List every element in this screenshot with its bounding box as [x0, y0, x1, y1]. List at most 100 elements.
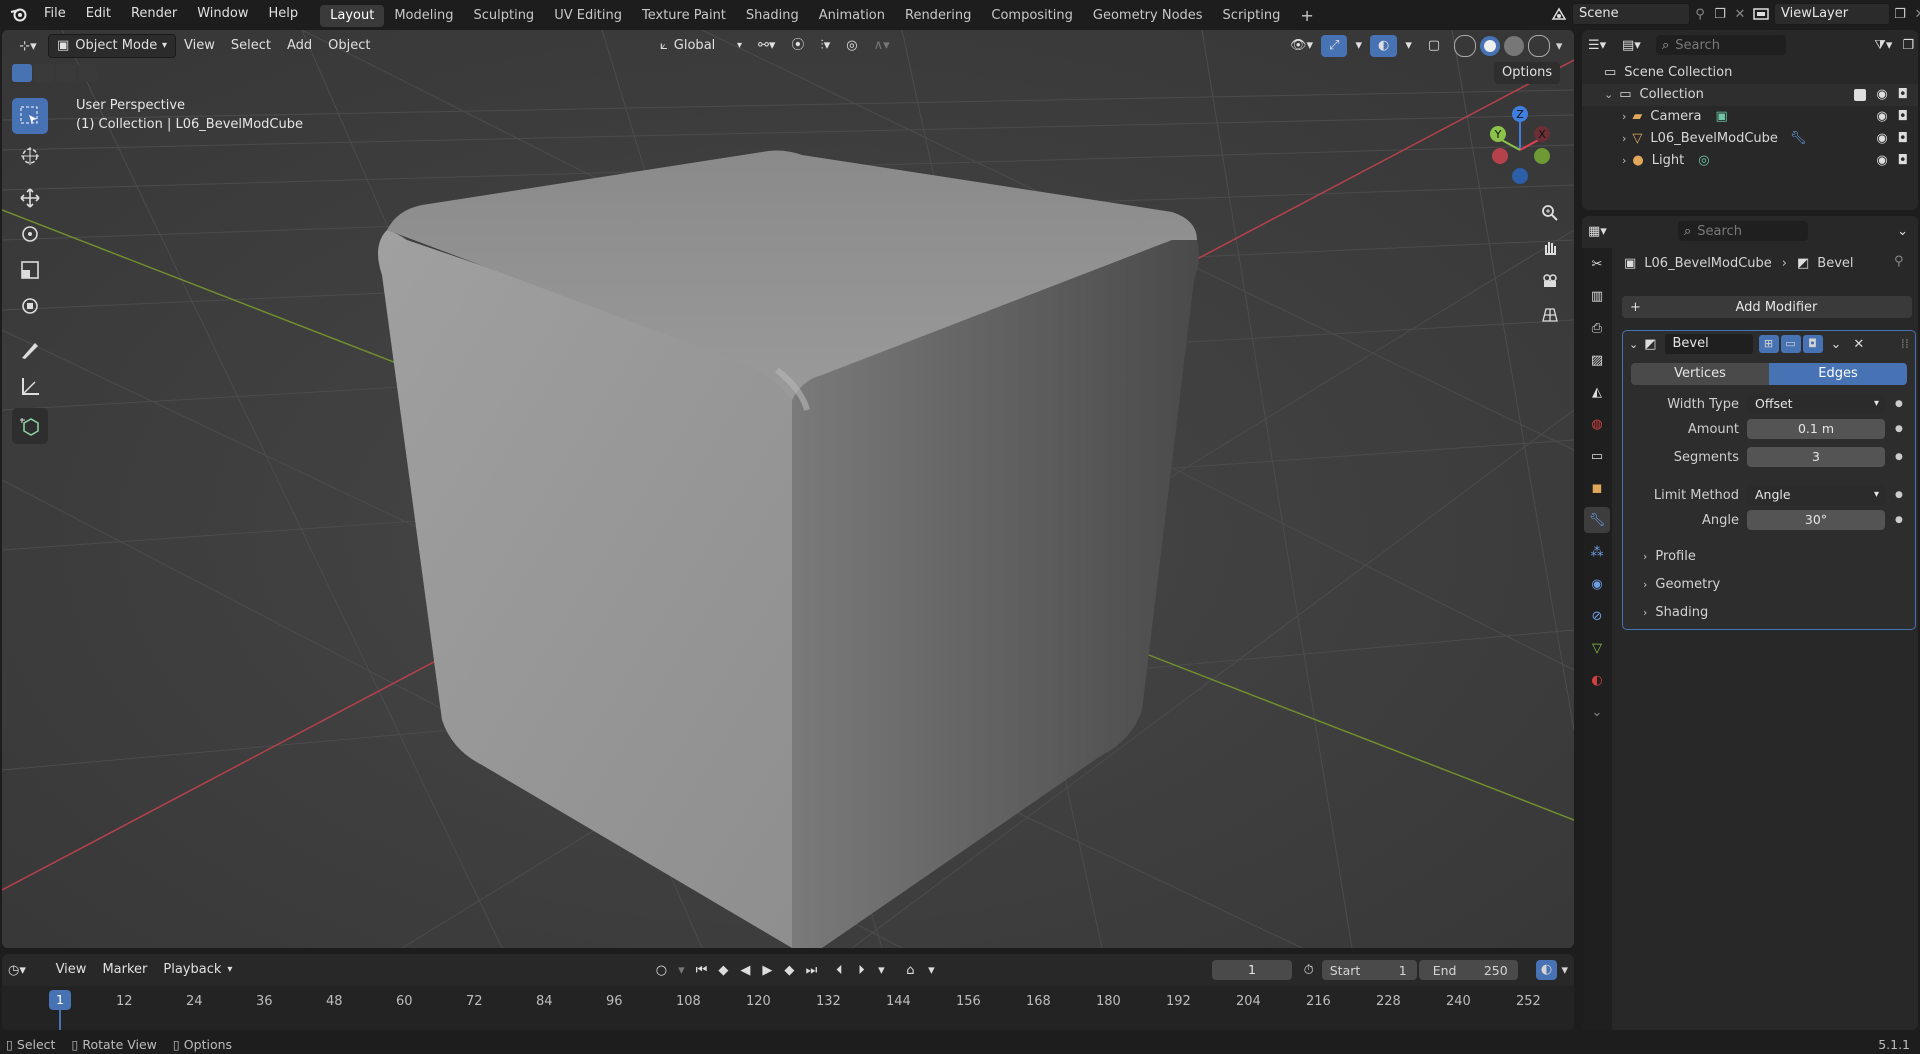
- timeline-editor-type-icon[interactable]: ◷▾: [8, 963, 48, 978]
- subpanel-geometry[interactable]: › Geometry: [1623, 573, 1915, 595]
- outliner-search[interactable]: ⌕ Search: [1656, 35, 1786, 55]
- prev-frame-icon[interactable]: ⏴: [828, 963, 850, 978]
- camera-render-icon[interactable]: ◘: [1898, 84, 1908, 106]
- width-type-dropdown[interactable]: Offset ▾: [1747, 394, 1885, 414]
- wireframe-shading-icon[interactable]: [1454, 35, 1477, 57]
- filter-icon[interactable]: ⧩▾: [1874, 38, 1892, 53]
- render-tab-icon[interactable]: ▥: [1584, 283, 1610, 309]
- 3d-viewport[interactable]: ⊹▾ ▣ Object Mode ▾ View Select Add Objec…: [2, 30, 1574, 948]
- workspace-tab-layout[interactable]: Layout: [320, 4, 385, 27]
- view-layer-name-field[interactable]: ViewLayer: [1774, 3, 1890, 25]
- visibility-icon[interactable]: 👁▾: [1282, 35, 1321, 57]
- display-mode-icon[interactable]: ▤▾: [1622, 38, 1656, 53]
- proportional-edit-icon[interactable]: ◎: [838, 35, 865, 57]
- snap-icon[interactable]: ⦿: [783, 35, 812, 57]
- menu-render[interactable]: Render: [121, 0, 187, 28]
- timeline-menu-marker[interactable]: Marker: [94, 959, 155, 981]
- view-layer-tab-icon[interactable]: ▨: [1584, 347, 1610, 373]
- segments-field[interactable]: 3: [1747, 447, 1885, 467]
- amount-field[interactable]: 0.1 m: [1747, 419, 1885, 439]
- angle-field[interactable]: 30°: [1747, 510, 1885, 530]
- eye-icon[interactable]: ◉: [1876, 106, 1887, 128]
- select-extend-icon[interactable]: [34, 64, 54, 82]
- measure-tool-icon[interactable]: [12, 368, 48, 404]
- scene-selector[interactable]: Scene ⚲ ❐ ✕: [1546, 3, 1750, 25]
- delete-scene-icon[interactable]: ✕: [1730, 7, 1750, 22]
- material-shading-icon[interactable]: [1504, 36, 1525, 56]
- menu-file[interactable]: File: [34, 0, 76, 28]
- outliner-item-camera[interactable]: › ▰ Camera ▣ ◉ ◘: [1582, 106, 1918, 128]
- camera-view-icon[interactable]: [1535, 266, 1565, 296]
- perspective-toggle-icon[interactable]: [1535, 300, 1565, 330]
- pan-hand-icon[interactable]: [1535, 232, 1565, 262]
- properties-options-icon[interactable]: ⌄: [1897, 224, 1908, 239]
- eye-icon[interactable]: ◉: [1876, 128, 1887, 150]
- tool-tab-icon[interactable]: ✂: [1584, 251, 1610, 277]
- remove-modifier-icon[interactable]: ✕: [1853, 337, 1864, 352]
- pin-icon[interactable]: ⚲: [1894, 254, 1904, 269]
- camera-data-icon[interactable]: ▣: [1715, 106, 1727, 128]
- cursor-tool-icon[interactable]: [12, 138, 48, 174]
- play-reverse-icon[interactable]: ◀: [734, 963, 756, 978]
- viewport-canvas[interactable]: [2, 30, 1574, 948]
- current-frame-field[interactable]: 1: [1212, 960, 1292, 980]
- overlays-icon[interactable]: ◐: [1369, 35, 1398, 57]
- workspace-tab-shading[interactable]: Shading: [736, 5, 809, 27]
- modifier-name-field[interactable]: Bevel: [1664, 334, 1753, 354]
- menu-window[interactable]: Window: [187, 0, 258, 28]
- editor-type-3d-icon[interactable]: ⊹▾: [8, 35, 48, 57]
- select-subtract-icon[interactable]: [56, 64, 76, 82]
- output-tab-icon[interactable]: ⎙: [1584, 315, 1610, 341]
- affect-vertices-button[interactable]: Vertices: [1631, 363, 1769, 385]
- outliner-item-cube[interactable]: › ▽ L06_BevelModCube 🔧︎ ◉ ◘: [1582, 128, 1918, 150]
- timeline-overlay-dropdown-icon[interactable]: ▾: [1561, 963, 1568, 978]
- animate-dot-icon[interactable]: ●: [1895, 424, 1903, 434]
- object-tab-icon[interactable]: ◼: [1584, 475, 1610, 501]
- more-tabs-chevron-icon[interactable]: ⌄: [1584, 699, 1610, 725]
- auto-keying-icon[interactable]: ⌂: [898, 963, 922, 978]
- orientation-dropdown[interactable]: ⟀ Global ▾: [652, 35, 750, 57]
- expand-chevron-icon[interactable]: ›: [1622, 106, 1626, 128]
- jump-start-icon[interactable]: ⏮: [690, 963, 712, 978]
- overlays-dropdown-icon[interactable]: ▾: [1397, 35, 1420, 57]
- select-box-tool-icon[interactable]: [12, 98, 48, 134]
- add-workspace-icon[interactable]: +: [1290, 5, 1323, 27]
- rendered-shading-icon[interactable]: [1528, 35, 1551, 57]
- next-frame-icon[interactable]: ⏵: [850, 963, 872, 978]
- viewport-toggle-icon[interactable]: ▭: [1780, 335, 1801, 353]
- scale-tool-icon[interactable]: [12, 252, 48, 288]
- playhead[interactable]: 1: [49, 990, 71, 1010]
- workspace-tab-uv-editing[interactable]: UV Editing: [544, 5, 632, 27]
- jump-end-icon[interactable]: ⏭: [800, 963, 822, 978]
- zoom-icon[interactable]: [1535, 198, 1565, 228]
- animate-dot-icon[interactable]: ●: [1895, 452, 1903, 462]
- workspace-tab-geometry-nodes[interactable]: Geometry Nodes: [1083, 5, 1213, 27]
- edit-mode-toggle-icon[interactable]: ⊞: [1758, 335, 1779, 353]
- data-tab-icon[interactable]: ▽: [1584, 635, 1610, 661]
- expand-chevron-icon[interactable]: ›: [1622, 128, 1626, 150]
- stopwatch-icon[interactable]: ⏱: [1304, 963, 1314, 978]
- viewport-menu-select[interactable]: Select: [223, 35, 279, 57]
- add-modifier-button[interactable]: + Add Modifier: [1622, 296, 1912, 318]
- workspace-tab-scripting[interactable]: Scripting: [1213, 5, 1291, 27]
- frame-ruler[interactable]: 12 24 36 48 60 72 84 96 108 120 132 144 156 168 180 192…: [2, 986, 1574, 1030]
- gizmo-dropdown-icon[interactable]: ▾: [1347, 35, 1370, 57]
- menu-edit[interactable]: Edit: [76, 0, 121, 28]
- xray-icon[interactable]: ▢: [1420, 35, 1448, 57]
- new-scene-icon[interactable]: ❐: [1710, 7, 1730, 22]
- end-frame-field[interactable]: End 250: [1418, 960, 1518, 980]
- delete-view-layer-icon[interactable]: ✕: [1910, 7, 1920, 22]
- workspace-tab-compositing[interactable]: Compositing: [981, 5, 1083, 27]
- animate-dot-icon[interactable]: ●: [1895, 490, 1903, 500]
- start-frame-field[interactable]: Start 1: [1321, 960, 1417, 980]
- constraints-tab-icon[interactable]: ⊘: [1584, 603, 1610, 629]
- workspace-tab-sculpting[interactable]: Sculpting: [463, 5, 544, 27]
- new-view-layer-icon[interactable]: ❐: [1890, 7, 1910, 22]
- modifier-tab-icon[interactable]: 🔧︎: [1584, 507, 1610, 533]
- animate-dot-icon[interactable]: ●: [1895, 399, 1903, 409]
- camera-render-icon[interactable]: ◘: [1898, 128, 1908, 150]
- eye-icon[interactable]: ◉: [1876, 84, 1887, 106]
- transform-tool-icon[interactable]: [12, 288, 48, 324]
- eye-icon[interactable]: ◉: [1876, 150, 1887, 172]
- annotate-tool-icon[interactable]: [12, 332, 48, 368]
